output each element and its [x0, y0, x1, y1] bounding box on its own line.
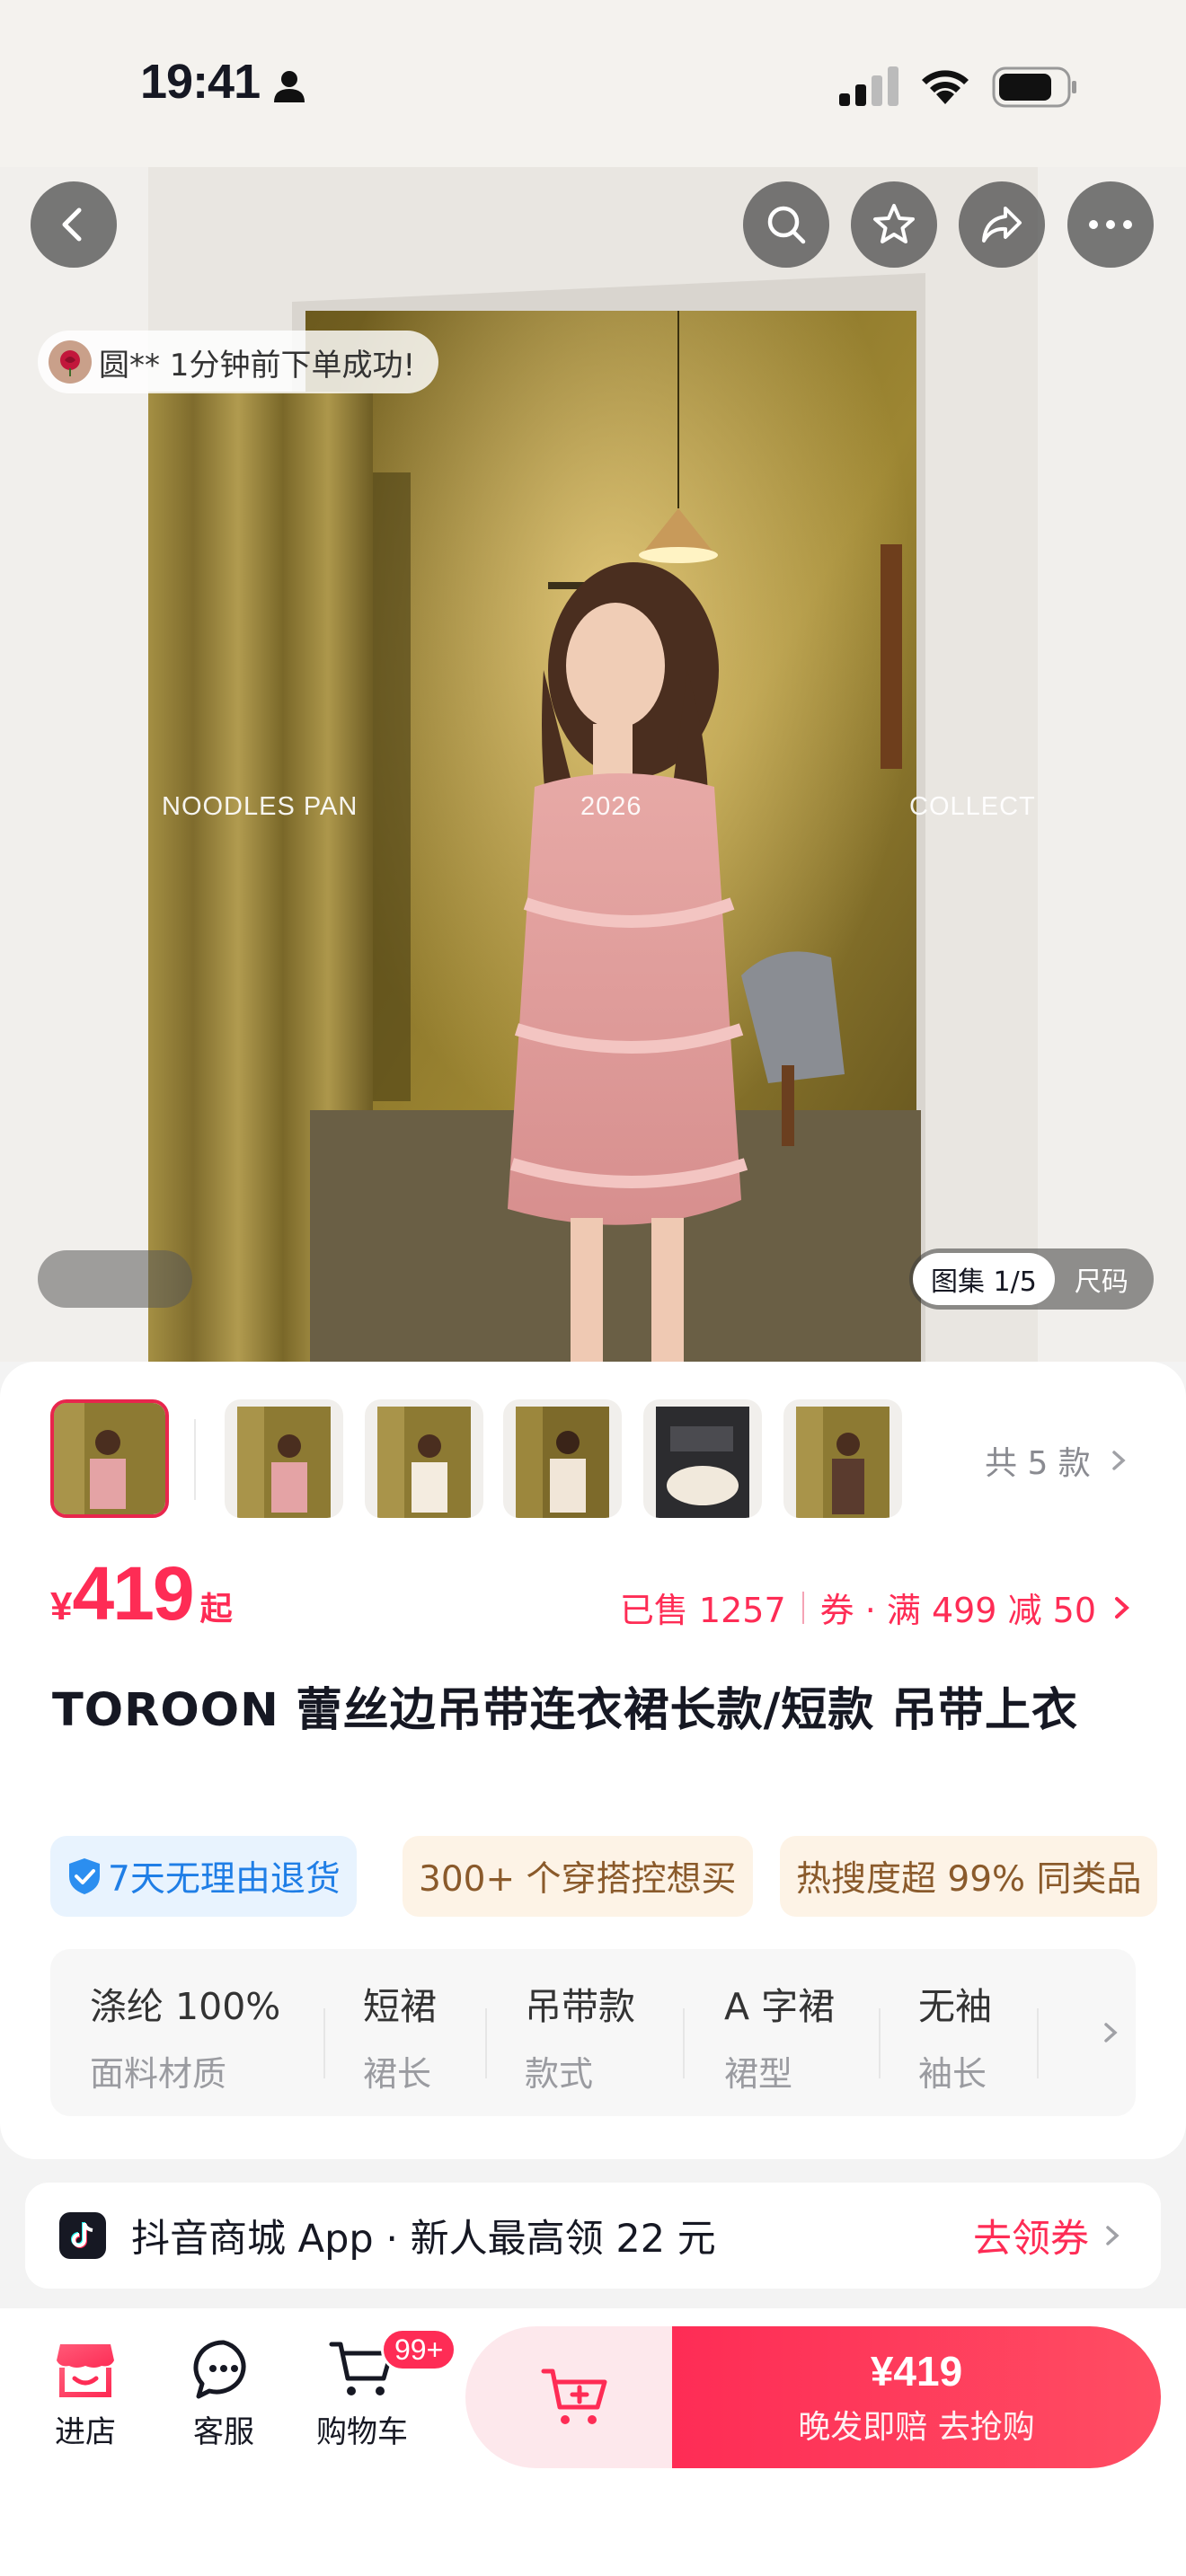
buy-price: ¥419: [870, 2348, 963, 2395]
customer-service-button[interactable]: 客服: [165, 2337, 282, 2451]
product-title: TOROON 蕾丝边吊带连衣裙长款/短款 吊带上衣: [52, 1684, 1078, 1737]
attribute-value: 涤纶 100%: [90, 1985, 281, 2028]
currency-symbol: ¥: [50, 1584, 73, 1628]
wifi-icon: [922, 70, 969, 104]
trending-tag: 热搜度超 99% 同类品: [780, 1836, 1158, 1917]
product-attributes[interactable]: 涤纶 100% 面料材质 短裙 裙长 吊带款 款式 A 字裙 裙型 无袖 袖长: [50, 1949, 1136, 2116]
banner-text: 抖音商城 App · 新人最高领 22 元: [131, 2217, 716, 2262]
product-info-card: 共 5 款 ¥ 419 起 已售 1257 券 · 满 499 减 50 TOR…: [0, 1362, 1186, 2159]
back-icon: [62, 207, 82, 242]
claim-coupon-label: 去领券: [973, 2217, 1089, 2262]
more-icon: [1089, 220, 1132, 229]
price-value: 419: [72, 1551, 194, 1636]
search-button[interactable]: [743, 181, 829, 268]
sold-divider: [801, 1591, 804, 1624]
search-icon: [767, 206, 806, 244]
price: ¥ 419 起: [50, 1550, 233, 1637]
chevron-right-icon: [1106, 2226, 1120, 2245]
buy-label: 晚发即赔 去抢购: [798, 2409, 1035, 2446]
battery-icon: [992, 66, 1076, 108]
cellular-signal-icon: [839, 66, 898, 106]
buyer-avatar: [49, 340, 92, 384]
attribute-value: A 字裙: [724, 1985, 836, 2028]
attribute-material: 涤纶 100% 面料材质: [90, 1976, 280, 2095]
add-to-cart-icon: [541, 2369, 607, 2424]
product-hero-gallery[interactable]: NOODLES PAN 2026 COLLECT 圆** 1分钟前下单成功! 图…: [0, 167, 1186, 1362]
attribute-divider: [1037, 2008, 1039, 2078]
customer-service-label: 客服: [193, 2414, 254, 2450]
all-variants-link[interactable]: 共 5 款: [985, 1437, 1129, 1484]
attribute-divider: [879, 2008, 881, 2078]
variant-thumbnail[interactable]: [783, 1399, 902, 1518]
new-user-coupon-banner[interactable]: 抖音商城 App · 新人最高领 22 元 去领券: [25, 2183, 1161, 2289]
variant-thumbnail[interactable]: [50, 1399, 169, 1518]
bottom-action-bar: 进店 客服 购物车 99+ ¥419 晚发即赔 去抢购: [0, 2308, 1186, 2576]
attribute-key: 面料材质: [90, 2054, 227, 2094]
attribute-key: 袖长: [918, 2054, 987, 2094]
sales-coupon-row[interactable]: 已售 1257 券 · 满 499 减 50: [620, 1583, 1136, 1632]
sold-count: 已售 1257: [619, 1591, 786, 1630]
variants-count: 共 5 款: [985, 1445, 1091, 1482]
thumbnail-divider: [194, 1419, 196, 1500]
video-toggle-pill[interactable]: [38, 1250, 192, 1308]
overlay-brand-text: NOODLES PAN: [162, 792, 358, 821]
star-icon: [873, 204, 915, 243]
cart-count-badge: 99+: [381, 2328, 457, 2371]
cart-label: 购物车: [316, 2414, 408, 2450]
price-suffix: 起: [199, 1590, 233, 1627]
return-policy-tag[interactable]: 7天无理由退货: [50, 1836, 357, 1917]
variant-thumbnail[interactable]: [503, 1399, 622, 1518]
attribute-value: 吊带款: [525, 1985, 635, 2028]
attribute-divider: [485, 2008, 487, 2078]
person-icon: [274, 71, 305, 102]
attribute-skirt-length: 短裙 裙长: [363, 1976, 437, 2095]
add-to-cart-button[interactable]: [465, 2326, 686, 2468]
favorite-button[interactable]: [851, 181, 937, 268]
recent-order-text: 圆** 1分钟前下单成功!: [99, 347, 416, 384]
overlay-year-text: 2026: [580, 792, 642, 821]
attribute-key: 款式: [525, 2054, 594, 2094]
overlay-collect-text: COLLECT: [909, 792, 1036, 821]
size-chart-tab[interactable]: 尺码: [1075, 1259, 1128, 1299]
attribute-value: 无袖: [918, 1985, 992, 2028]
attribute-sleeve-length: 无袖 袖长: [918, 1976, 992, 2095]
share-icon: [982, 207, 1022, 243]
rose-icon: [60, 350, 80, 376]
store-label: 进店: [55, 2414, 116, 2450]
chevron-right-icon: [1104, 2023, 1118, 2042]
attribute-skirt-type: A 字裙 裙型: [724, 1976, 835, 2095]
attribute-value: 短裙: [363, 1985, 437, 2028]
attribute-key: 裙长: [363, 2054, 432, 2094]
variant-thumbnail[interactable]: [225, 1399, 343, 1518]
more-button[interactable]: [1067, 181, 1154, 268]
status-time: 19:41: [140, 55, 261, 109]
gallery-counter[interactable]: 图集 1/5: [913, 1253, 1055, 1305]
chat-bubble-icon: [193, 2340, 246, 2399]
return-policy-text: 7天无理由退货: [108, 1859, 341, 1900]
claim-coupon-link[interactable]: 去领券: [973, 2208, 1127, 2263]
attribute-divider: [683, 2008, 685, 2078]
shield-check-icon: [69, 1858, 100, 1894]
douyin-logo-icon: [59, 2212, 106, 2259]
wishlist-count-tag: 300+ 个穿搭控想买: [403, 1836, 753, 1917]
store-button[interactable]: 进店: [27, 2337, 144, 2451]
store-icon: [57, 2344, 114, 2397]
chevron-right-icon: [1115, 1596, 1129, 1619]
buy-now-button[interactable]: ¥419 晚发即赔 去抢购: [672, 2326, 1161, 2468]
gallery-switcher[interactable]: 图集 1/5 尺码: [909, 1248, 1154, 1310]
variant-thumbnail[interactable]: [643, 1399, 762, 1518]
attribute-style: 吊带款 款式: [525, 1976, 635, 2095]
chevron-right-icon: [1112, 1451, 1126, 1470]
status-bar: 19:41: [0, 0, 1186, 167]
variant-thumbnail[interactable]: [365, 1399, 483, 1518]
coupon-text: 券 · 满 499 减 50: [819, 1591, 1096, 1630]
attributes-expand[interactable]: [1085, 1949, 1136, 2116]
service-tags: 7天无理由退货 300+ 个穿搭控想买 热搜度超 99% 同类品: [50, 1836, 1186, 1917]
share-button[interactable]: [959, 181, 1045, 268]
back-button[interactable]: [31, 181, 117, 268]
attribute-key: 裙型: [724, 2054, 793, 2094]
attribute-divider: [323, 2008, 325, 2078]
recent-order-toast: 圆** 1分钟前下单成功!: [38, 331, 439, 393]
